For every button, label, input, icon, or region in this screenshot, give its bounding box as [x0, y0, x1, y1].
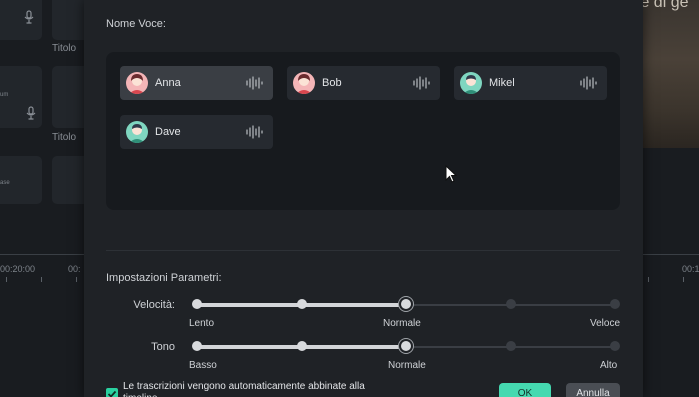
params-section-title: Impostazioni Parametri: — [106, 272, 222, 284]
voice-card-mikel[interactable]: Mikel — [454, 66, 607, 100]
media-panel-background: Titolo um Titolo ase — [0, 0, 92, 397]
waveform-icon[interactable] — [579, 76, 597, 90]
text-to-speech-dialog: Nome Voce: Anna Bob Mikel Dave Impostazi… — [84, 0, 643, 397]
tone-mid-label: Normale — [388, 360, 426, 371]
ruler-tick — [41, 277, 42, 282]
avatar-icon — [126, 121, 148, 143]
voice-list-panel: Anna Bob Mikel Dave — [106, 52, 620, 210]
slider-stop[interactable] — [192, 299, 202, 309]
timeline-divider — [0, 254, 84, 255]
speed-mid-label: Normale — [383, 318, 421, 329]
ruler-tick — [76, 277, 77, 282]
ruler-tick — [648, 277, 649, 282]
voice-name: Bob — [322, 77, 342, 89]
speed-slider[interactable] — [192, 299, 620, 311]
timecode: 00: — [68, 264, 81, 274]
timecode: 00:20:00 — [0, 264, 36, 274]
waveform-icon[interactable] — [245, 76, 263, 90]
voice-card-bob[interactable]: Bob — [287, 66, 440, 100]
video-preview — [643, 0, 699, 148]
mouse-pointer-icon — [445, 165, 457, 183]
waveform-icon[interactable] — [412, 76, 430, 90]
check-icon — [107, 390, 117, 397]
preview-overlay-text: te di ge — [636, 0, 689, 11]
slider-stop[interactable] — [192, 341, 202, 351]
tile-caption: um — [0, 92, 9, 98]
media-tile[interactable] — [0, 0, 42, 40]
voice-name: Mikel — [489, 77, 515, 89]
slider-stop[interactable] — [610, 299, 620, 309]
voice-card-anna[interactable]: Anna — [120, 66, 273, 100]
auto-match-checkbox[interactable] — [106, 388, 118, 397]
tile-caption: ase — [0, 180, 10, 186]
slider-stop[interactable] — [505, 341, 516, 351]
slider-stop[interactable] — [505, 299, 516, 309]
microphone-icon — [26, 106, 36, 120]
speed-label: Velocità: — [133, 299, 175, 311]
speed-max-label: Veloce — [590, 318, 621, 329]
voice-name: Dave — [155, 126, 181, 138]
avatar-icon — [126, 72, 148, 94]
timecode: 00:16 — [682, 264, 699, 274]
ok-button[interactable]: OK — [499, 383, 551, 397]
ruler-tick — [6, 277, 7, 282]
voice-card-dave[interactable]: Dave — [120, 115, 273, 149]
avatar-icon — [293, 72, 315, 94]
voice-name: Anna — [155, 77, 181, 89]
tone-max-label: Alto — [600, 360, 618, 371]
auto-match-label: Le trascrizioni vengono automaticamente … — [123, 381, 365, 397]
voice-section-title: Nome Voce: — [106, 18, 166, 30]
timeline-divider — [643, 254, 699, 255]
media-tile[interactable]: um — [0, 66, 42, 128]
cancel-button[interactable]: Annulla — [566, 383, 620, 397]
speed-min-label: Lento — [189, 318, 215, 329]
ruler-tick — [683, 277, 684, 282]
slider-thumb[interactable] — [401, 341, 411, 351]
microphone-icon — [24, 10, 34, 24]
section-divider — [106, 250, 620, 251]
slider-stop[interactable] — [296, 299, 307, 309]
tone-slider[interactable] — [192, 341, 620, 353]
track-title-label: Titolo — [52, 132, 77, 143]
avatar-icon — [460, 72, 482, 94]
track-title-label: Titolo — [52, 43, 77, 54]
tone-min-label: Basso — [189, 360, 217, 371]
media-tile[interactable]: ase — [0, 156, 42, 204]
slider-stop[interactable] — [610, 341, 620, 351]
tone-label: Tono — [151, 341, 175, 353]
slider-thumb[interactable] — [401, 299, 411, 309]
slider-stop[interactable] — [296, 341, 307, 351]
waveform-icon[interactable] — [245, 125, 263, 139]
